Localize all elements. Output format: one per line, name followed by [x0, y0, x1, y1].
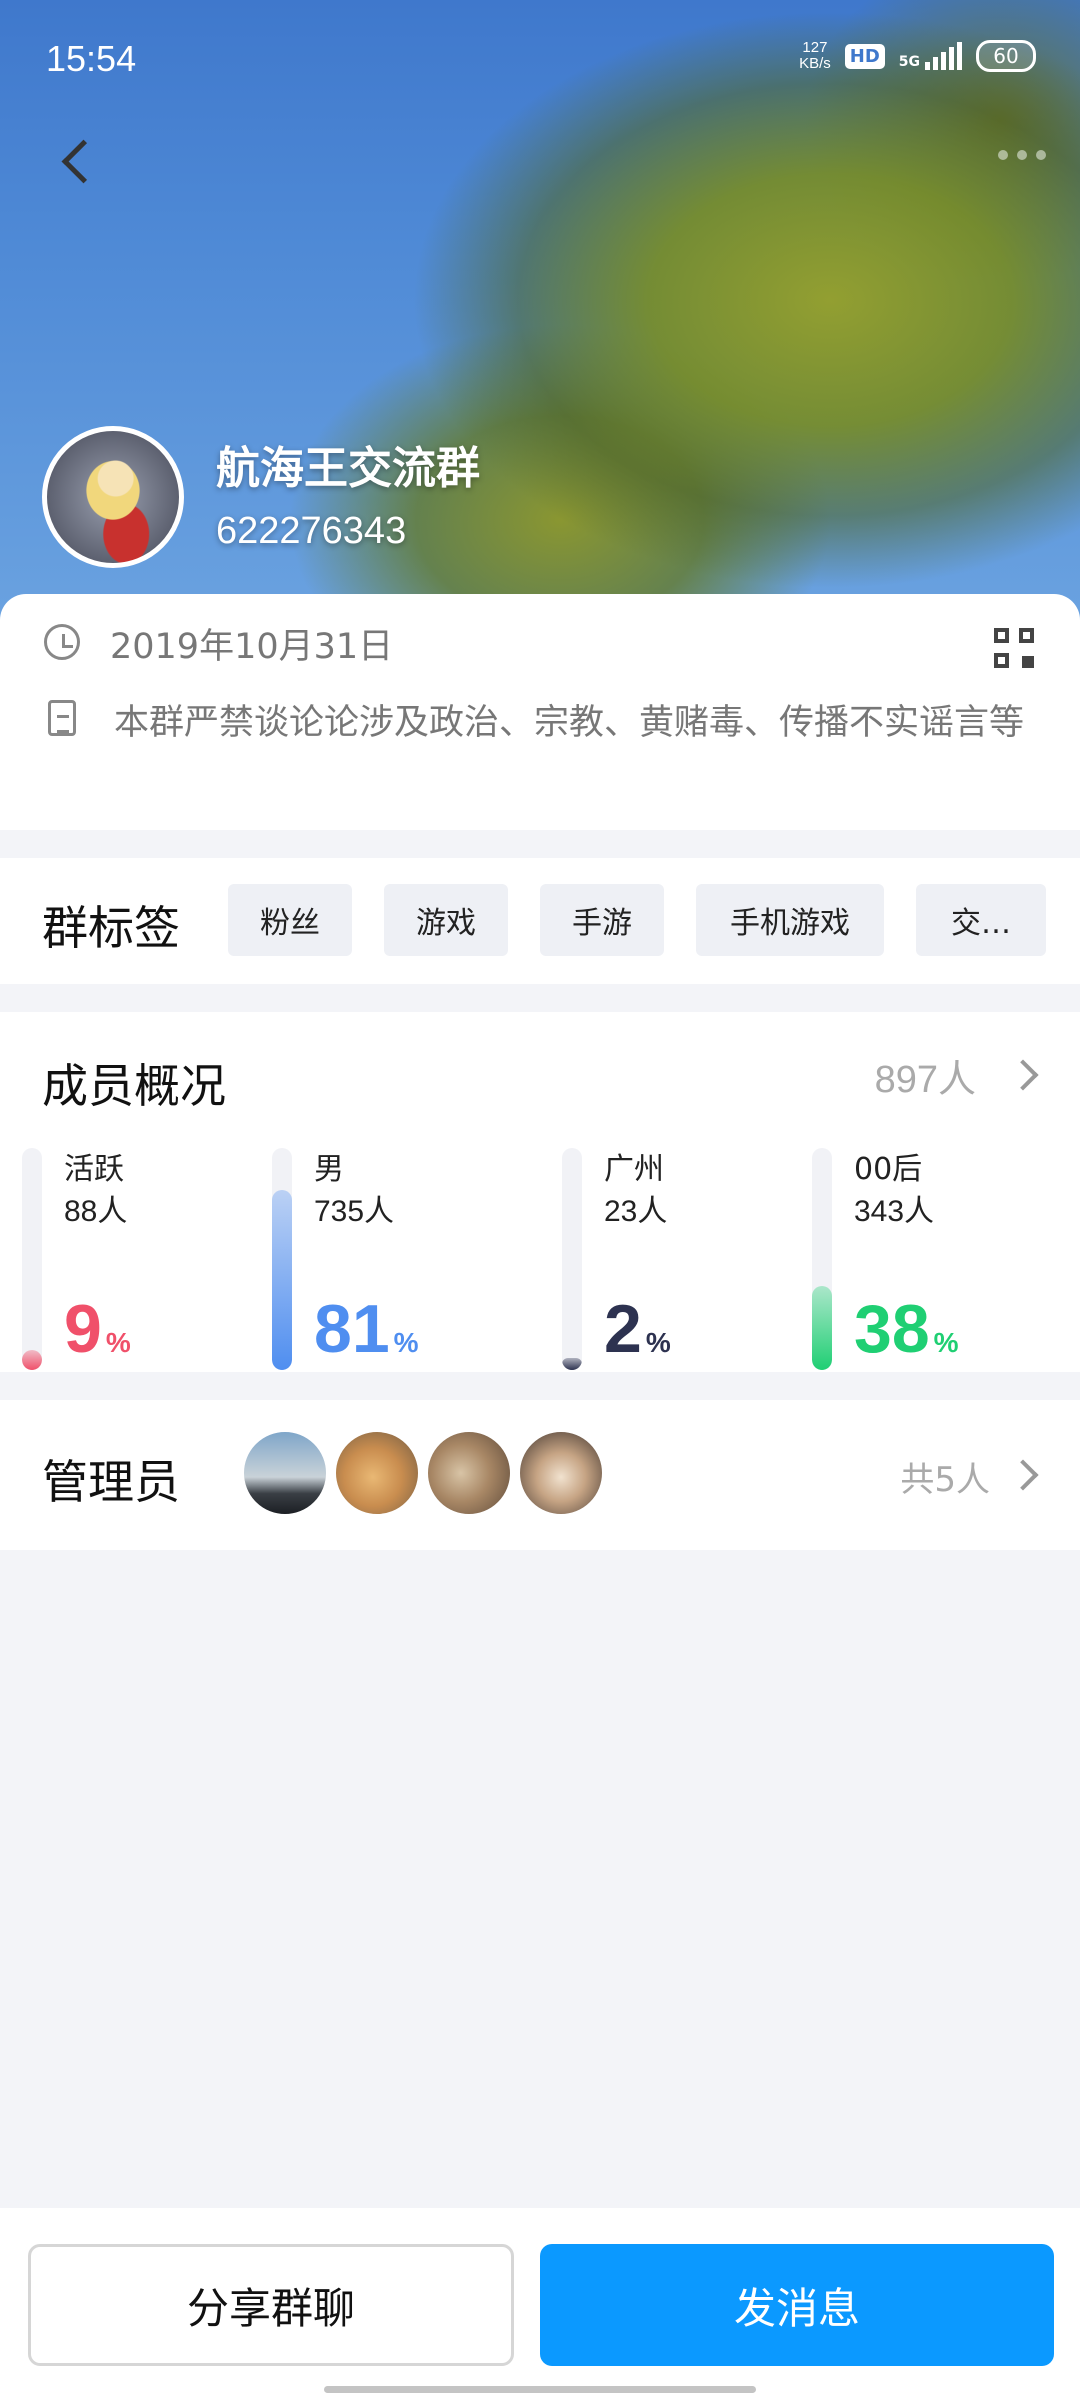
bottom-action-bar: 分享群聊 发消息: [0, 2208, 1080, 2400]
member-overview-title: 成员概况: [42, 1059, 226, 1113]
tag-item[interactable]: 粉丝: [228, 884, 352, 956]
member-count[interactable]: 897人: [875, 1048, 976, 1103]
avatar[interactable]: [242, 1430, 328, 1516]
chevron-right-icon[interactable]: [1007, 1459, 1039, 1491]
stat-bar: [812, 1148, 832, 1370]
more-icon[interactable]: [998, 150, 1046, 160]
clock-icon: [44, 624, 80, 660]
tag-item[interactable]: 手机游戏: [696, 884, 884, 956]
battery-icon: 60: [976, 40, 1036, 72]
chevron-right-icon[interactable]: [1007, 1059, 1039, 1091]
signal-icon: 5G: [899, 42, 962, 70]
group-description: 本群严禁谈论论涉及政治、宗教、黄赌毒、传播不实谣言等: [114, 703, 1025, 743]
tag-list: 粉丝 游戏 手游 手机游戏 交…: [228, 884, 1046, 956]
stat-bar-fill: [22, 1350, 42, 1370]
tags-title: 群标签: [42, 901, 180, 955]
qr-code-icon[interactable]: [994, 628, 1034, 668]
share-group-button[interactable]: 分享群聊: [28, 2244, 514, 2366]
tag-item[interactable]: 手游: [540, 884, 664, 956]
tag-item[interactable]: 交…: [916, 884, 1046, 956]
status-time: 15:54: [46, 38, 137, 79]
back-icon[interactable]: [52, 130, 102, 200]
avatar[interactable]: [426, 1430, 512, 1516]
stat-percent: 38%: [854, 1291, 959, 1367]
send-message-button[interactable]: 发消息: [540, 2244, 1054, 2366]
stat-percent: 9%: [64, 1291, 131, 1367]
document-icon: [48, 700, 76, 736]
admins-title: 管理员: [42, 1455, 180, 1509]
hd-icon: HD: [844, 43, 885, 69]
stat-bar-fill: [812, 1285, 832, 1370]
stat-age: 00后 343人 38%: [812, 1144, 1052, 1384]
stat-bar-fill: [272, 1190, 292, 1370]
admin-avatar-list: [242, 1430, 604, 1516]
tag-item[interactable]: 游戏: [384, 884, 508, 956]
created-date: 2019年10月31日: [110, 627, 394, 667]
stat-male: 男 735人 81%: [272, 1144, 512, 1384]
stat-bar-fill: [562, 1358, 582, 1370]
admins-section[interactable]: 管理员 共5人: [0, 1400, 1080, 1550]
avatar[interactable]: [518, 1430, 604, 1516]
stat-active: 活跃 88人 9%: [22, 1144, 262, 1384]
group-info-card: 2019年10月31日 本群严禁谈论论涉及政治、宗教、黄赌毒、传播不实谣言等: [0, 594, 1080, 830]
status-bar: 15:54 127 KB/s HD 5G 60: [0, 0, 1080, 110]
avatar[interactable]: [334, 1430, 420, 1516]
created-date-row: 2019年10月31日: [44, 620, 393, 674]
group-avatar[interactable]: [42, 426, 184, 568]
stat-bar: [272, 1148, 292, 1370]
stat-bar: [22, 1148, 42, 1370]
stat-percent: 81%: [314, 1291, 419, 1367]
stat-bar: [562, 1148, 582, 1370]
network-speed: 127 KB/s: [799, 39, 831, 72]
member-overview-section[interactable]: 成员概况 897人 活跃 88人 9% 男 735人 81% 广州 23人 2%…: [0, 1012, 1080, 1372]
group-name: 航海王交流群: [216, 443, 480, 494]
home-indicator[interactable]: [324, 2386, 756, 2393]
group-tags-section: 群标签 粉丝 游戏 手游 手机游戏 交…: [0, 858, 1080, 984]
description-row: 本群严禁谈论论涉及政治、宗教、黄赌毒、传播不实谣言等: [44, 696, 1034, 750]
stat-city: 广州 23人 2%: [562, 1144, 802, 1384]
admin-total[interactable]: 共5人: [900, 1452, 990, 1501]
status-icons: 127 KB/s HD 5G 60: [799, 40, 1036, 72]
stat-percent: 2%: [604, 1291, 671, 1367]
group-id: 622276343: [216, 510, 407, 552]
